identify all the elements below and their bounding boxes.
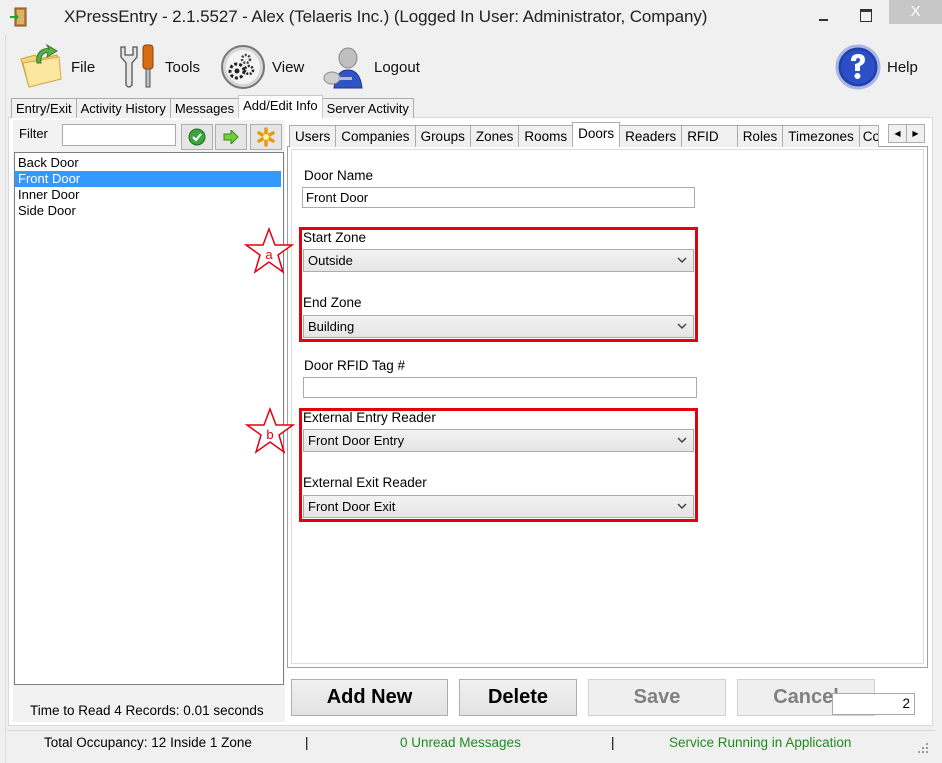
end-zone-label: End Zone: [303, 295, 362, 310]
start-zone-value: Outside: [308, 253, 353, 268]
tab-add-edit-info[interactable]: Add/Edit Info: [238, 95, 323, 118]
list-item[interactable]: Inner Door: [15, 187, 281, 203]
list-item[interactable]: Side Door: [15, 203, 281, 219]
minimize-button[interactable]: [816, 8, 832, 24]
service-status: Service Running in Application: [669, 735, 852, 750]
tab-users[interactable]: Users: [289, 125, 337, 147]
exit-reader-label: External Exit Reader: [303, 475, 427, 490]
read-time-label: Time to Read 4 Records: 0.01 seconds: [30, 703, 264, 718]
tools-icon: [120, 44, 154, 88]
tab-rfid[interactable]: RFID: [681, 125, 738, 147]
chevron-down-icon: [677, 503, 687, 510]
file-label: File: [71, 58, 96, 76]
rfid-tag-input[interactable]: [303, 377, 697, 398]
save-button[interactable]: Save: [588, 679, 726, 716]
tab-roles[interactable]: Roles: [736, 125, 784, 147]
list-item[interactable]: Back Door: [15, 155, 281, 171]
tab-readers[interactable]: Readers: [619, 125, 683, 147]
logout-label: Logout: [374, 58, 420, 76]
delete-button[interactable]: Delete: [459, 679, 577, 716]
record-count-field[interactable]: 2: [832, 693, 915, 715]
maximize-button[interactable]: [857, 8, 873, 22]
arrow-right-icon: [223, 130, 239, 144]
scroll-left-button[interactable]: ◀: [888, 124, 907, 143]
rfid-tag-label: Door RFID Tag #: [304, 358, 406, 373]
entry-reader-select[interactable]: Front Door Entry: [303, 429, 694, 452]
triangle-left-icon: ◀: [894, 129, 901, 138]
filter-label: Filter: [19, 126, 48, 141]
start-zone-label: Start Zone: [303, 230, 367, 245]
tab-activity-history[interactable]: Activity History: [75, 98, 171, 118]
add-new-button[interactable]: Add New: [291, 679, 448, 716]
help-icon: [835, 44, 881, 90]
chevron-down-icon: [677, 257, 687, 264]
folder-icon: [20, 43, 62, 88]
asterisk-icon: [257, 127, 275, 147]
annotation-star-a: a: [243, 226, 295, 274]
end-zone-select[interactable]: Building: [303, 315, 694, 338]
view-menu-button[interactable]: View: [220, 42, 304, 92]
status-separator: |: [305, 735, 309, 750]
tab-groups[interactable]: Groups: [414, 125, 471, 147]
help-label: Help: [887, 58, 918, 76]
annotation-label-a: a: [265, 247, 273, 262]
tab-doors[interactable]: Doors: [572, 122, 621, 147]
next-button[interactable]: [215, 124, 247, 150]
tab-scroll-buttons: ◀ ▶: [888, 124, 926, 143]
exit-reader-select[interactable]: Front Door Exit: [303, 495, 694, 518]
chevron-down-icon: [677, 437, 687, 444]
clear-filter-button[interactable]: [250, 124, 282, 150]
tab-messages[interactable]: Messages: [169, 98, 240, 118]
entry-reader-value: Front Door Entry: [308, 433, 405, 448]
entry-reader-label: External Entry Reader: [303, 410, 436, 425]
resize-grip-icon[interactable]: [917, 742, 929, 754]
tab-timezones[interactable]: Timezones: [782, 125, 860, 147]
view-label: View: [272, 58, 305, 76]
tools-label: Tools: [165, 58, 201, 76]
checkmark-icon: [188, 128, 206, 146]
door-name-label: Door Name: [304, 168, 374, 183]
tools-menu-button[interactable]: Tools: [117, 42, 200, 92]
occupancy-status: Total Occupancy: 12 Inside 1 Zone: [44, 735, 252, 750]
gears-icon: [221, 45, 265, 89]
window-title: XPressEntry - 2.1.5527 - Alex (Telaeris …: [64, 7, 708, 26]
tab-entry-exit[interactable]: Entry/Exit: [11, 98, 77, 118]
start-zone-select[interactable]: Outside: [303, 249, 694, 272]
chevron-down-icon: [677, 323, 687, 330]
annotation-star-b: b: [244, 406, 296, 454]
sub-tab-strip: Users Companies Groups Zones Rooms Doors…: [289, 122, 879, 147]
app-icon: [10, 7, 27, 27]
list-item-selected[interactable]: Front Door: [15, 171, 281, 187]
tab-rooms[interactable]: Rooms: [518, 125, 574, 147]
user-key-icon: [323, 47, 363, 89]
annotation-label-b: b: [266, 427, 273, 442]
end-zone-value: Building: [308, 319, 355, 334]
main-tab-strip: Entry/Exit Activity History Messages Add…: [11, 95, 414, 118]
triangle-right-icon: ▶: [912, 129, 919, 138]
status-separator: |: [611, 735, 615, 750]
door-name-input[interactable]: [302, 187, 695, 208]
tab-server-activity[interactable]: Server Activity: [321, 98, 414, 118]
tab-companies[interactable]: Companies: [335, 125, 416, 147]
help-button[interactable]: Help: [835, 42, 918, 92]
file-menu-button[interactable]: File: [17, 42, 95, 92]
logout-button[interactable]: Logout: [322, 42, 420, 92]
tab-zones[interactable]: Zones: [469, 125, 520, 147]
unread-messages-status[interactable]: 0 Unread Messages: [400, 735, 521, 750]
tab-co-truncated[interactable]: Co: [858, 125, 879, 147]
close-button[interactable]: X: [889, 0, 942, 24]
exit-reader-value: Front Door Exit: [308, 499, 396, 514]
scroll-right-button[interactable]: ▶: [906, 124, 925, 143]
apply-filter-button[interactable]: [181, 124, 213, 150]
filter-input[interactable]: [62, 124, 176, 146]
